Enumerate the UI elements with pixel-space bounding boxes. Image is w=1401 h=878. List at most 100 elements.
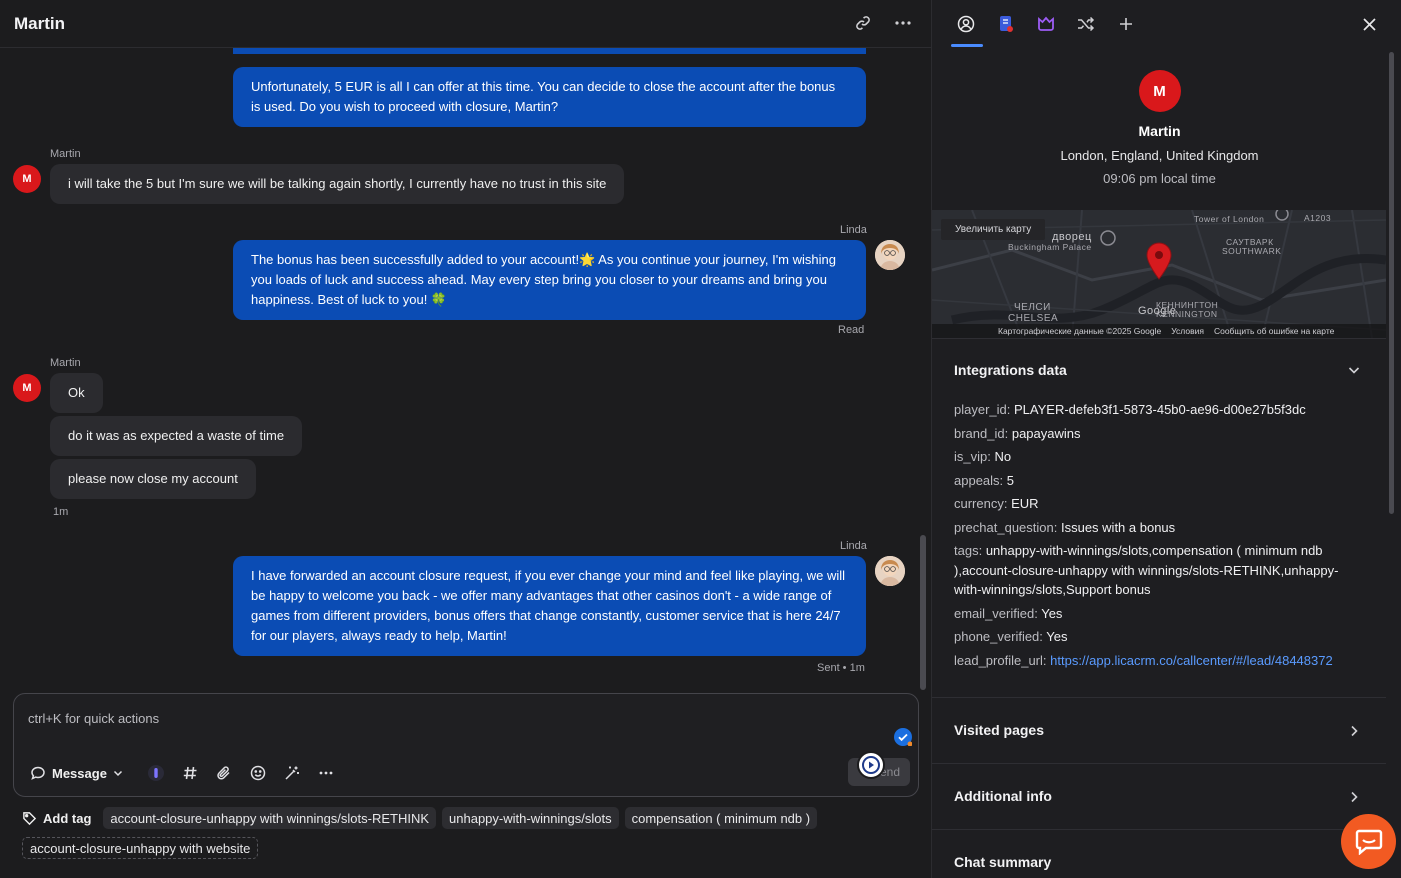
contact-local-time: 09:06 pm local time	[1103, 171, 1216, 186]
chevron-right-icon[interactable]	[1347, 724, 1361, 738]
integration-row: player_id: PLAYER-defeb3f1-5873-45b0-ae9…	[954, 400, 1364, 420]
integration-key: email_verified:	[954, 605, 1038, 621]
integration-row: email_verified: Yes	[954, 604, 1364, 624]
more-tools-icon[interactable]	[315, 762, 337, 784]
active-tab-indicator	[951, 44, 983, 47]
integration-value: papayawins	[1011, 425, 1081, 441]
integration-key: lead_profile_url:	[954, 652, 1047, 668]
avatar: M	[13, 165, 41, 193]
ai-assist-icon[interactable]	[145, 762, 167, 784]
tag-chip[interactable]: unhappy-with-winnings/slots	[442, 807, 619, 829]
integration-key: brand_id:	[954, 425, 1009, 441]
tab-crm[interactable]	[996, 14, 1016, 34]
add-tag-button[interactable]: Add tag	[22, 811, 91, 826]
chat-bubble-icon	[31, 766, 45, 780]
crm-icon	[1000, 16, 1013, 32]
sidebar-tabs	[932, 0, 1401, 48]
integration-value: No	[994, 449, 1012, 464]
divider	[932, 763, 1386, 764]
integration-value: PLAYER-defeb3f1-5873-45b0-ae96-d00e27b5f…	[1014, 402, 1306, 417]
integration-icon	[1038, 16, 1054, 31]
sidebar-scrollbar[interactable]	[1389, 52, 1394, 514]
user-message: do it was as expected a waste of time	[50, 416, 303, 456]
attachment-icon[interactable]	[213, 762, 235, 784]
integration-row: prechat_question: Issues with a bonus	[954, 518, 1364, 538]
magic-wand-icon[interactable]	[281, 762, 303, 784]
integration-value: Issues with a bonus	[1060, 519, 1176, 535]
contact-location: London, England, United Kingdom	[1060, 148, 1259, 163]
sender-name: Martin	[50, 148, 81, 160]
agent-message-partial	[233, 48, 866, 54]
support-chat-button[interactable]	[1341, 814, 1396, 869]
integration-row: lead_profile_url: https://app.licacrm.co…	[954, 651, 1364, 671]
sender-name: Linda	[840, 224, 867, 236]
avatar: M	[13, 374, 41, 402]
message-type-label: Message	[52, 765, 107, 781]
agent-message: I have forwarded an account closure requ…	[233, 556, 866, 656]
integration-value: unhappy-with-winnings/slots,compensation…	[954, 543, 1339, 597]
map-report-link[interactable]: Сообщить об ошибке на карте	[1214, 326, 1334, 336]
google-logo: Google	[1138, 305, 1177, 317]
integration-row: tags: unhappy-with-winnings/slots,compen…	[954, 541, 1364, 600]
integration-key: tags:	[954, 543, 983, 558]
message-list[interactable]: Unfortunately, 5 EUR is all I can offer …	[0, 48, 931, 688]
map-attribution: Картографические данные ©2025 Google	[998, 326, 1162, 336]
message-type-dropdown[interactable]: Message	[30, 765, 123, 781]
contact-name: Martin	[1138, 123, 1181, 139]
map-terms-link[interactable]: Условия	[1171, 326, 1204, 336]
integration-row: currency: EUR	[954, 494, 1364, 514]
chevron-down-icon[interactable]	[1347, 363, 1361, 377]
chat-scrollbar[interactable]	[920, 535, 926, 690]
message-time: 1m	[53, 506, 69, 518]
integration-key: currency:	[954, 496, 1008, 511]
integrations-list: player_id: PLAYER-defeb3f1-5873-45b0-ae9…	[954, 400, 1364, 674]
link-icon[interactable]	[853, 12, 873, 34]
chevron-right-icon[interactable]	[1347, 790, 1361, 804]
hashtag-icon[interactable]	[179, 762, 201, 784]
agent-avatar	[875, 240, 905, 270]
close-icon[interactable]	[1359, 14, 1379, 34]
message-input[interactable]: ctrl+K for quick actions	[28, 711, 159, 726]
agent-message: The bonus has been successfully added to…	[233, 240, 866, 320]
chat-pane: Martin Unfortunately, 5 EUR is all I can…	[0, 0, 931, 878]
tab-integration[interactable]	[1036, 14, 1056, 34]
visited-pages-title[interactable]: Visited pages	[954, 722, 1044, 738]
agent-avatar	[875, 556, 905, 586]
more-options-icon[interactable]	[893, 12, 913, 34]
chat-summary-title[interactable]: Chat summary	[954, 854, 1051, 870]
integration-key: prechat_question:	[954, 519, 1058, 535]
sender-name: Linda	[840, 540, 867, 552]
chat-header: Martin	[0, 0, 931, 48]
additional-info-title[interactable]: Additional info	[954, 788, 1052, 804]
integration-row: is_vip: No	[954, 447, 1364, 467]
sender-name: Martin	[50, 357, 81, 369]
tag-icon	[23, 811, 37, 825]
tab-profile[interactable]	[956, 14, 976, 34]
agent-message: Unfortunately, 5 EUR is all I can offer …	[233, 67, 866, 127]
enlarge-map-button[interactable]: Увеличить карту	[941, 219, 1046, 240]
integration-row: appeals: 5	[954, 471, 1364, 491]
user-message: please now close my account	[50, 459, 256, 499]
tab-shuffle[interactable]	[1076, 14, 1096, 34]
tag-chip[interactable]: compensation ( minimum ndb )	[624, 807, 818, 829]
suggested-tag-chip[interactable]: account-closure-unhappy with website	[22, 837, 259, 859]
chevron-down-icon	[113, 770, 122, 777]
chat-widget-icon	[1355, 829, 1382, 855]
integration-row: brand_id: papayawins	[954, 424, 1364, 444]
integrations-title[interactable]: Integrations data	[954, 362, 1067, 378]
integration-key: appeals:	[954, 472, 1004, 488]
emoji-icon[interactable]	[247, 762, 269, 784]
contact-profile: M Martin London, England, United Kingdom…	[932, 70, 1387, 186]
shuffle-icon	[1078, 16, 1095, 32]
integration-value: EUR	[1011, 496, 1039, 511]
divider	[932, 697, 1386, 698]
tag-chip[interactable]: account-closure-unhappy with winnings/sl…	[103, 807, 437, 829]
tab-add[interactable]	[1116, 14, 1136, 34]
integration-value: 5	[1006, 472, 1015, 488]
add-tag-label: Add tag	[43, 810, 92, 826]
helper-widget-icon[interactable]	[857, 751, 885, 779]
lead-profile-link[interactable]: https://app.licacrm.co/callcenter/#/lead…	[1050, 653, 1333, 668]
tag-bar: Add tag account-closure-unhappy with win…	[22, 806, 902, 866]
integration-key: is_vip:	[954, 449, 991, 464]
location-map[interactable]: Увеличить карту дворец Buckingham Palace…	[932, 210, 1386, 338]
